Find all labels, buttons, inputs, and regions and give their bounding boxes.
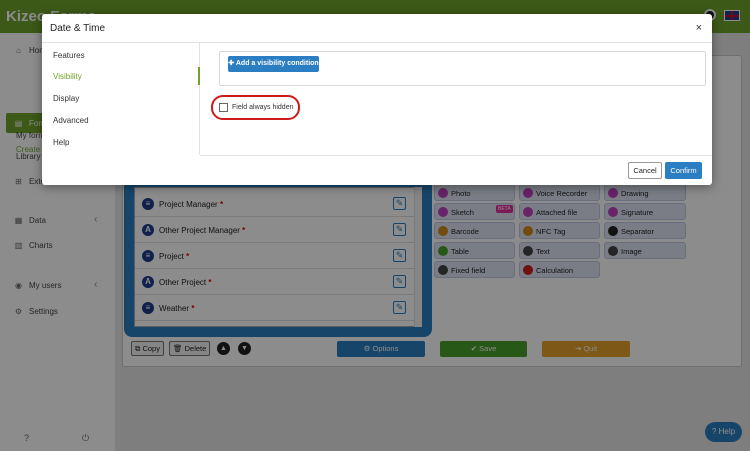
tab-display[interactable]: Display	[53, 94, 79, 103]
plus-icon: ✚	[228, 60, 235, 67]
active-tab-indicator	[198, 67, 200, 85]
modal-header-divider	[42, 42, 712, 43]
add-condition-label: Add a visibility condition	[235, 60, 319, 67]
field-settings-modal: Date & Time × Features Visibility Displa…	[42, 14, 712, 185]
close-icon[interactable]: ×	[696, 22, 702, 34]
tab-visibility[interactable]: Visibility	[53, 72, 82, 81]
field-always-hidden-checkbox[interactable]	[219, 103, 228, 112]
modal-footer-divider	[200, 155, 712, 156]
modal-title: Date & Time	[50, 23, 106, 34]
cancel-button[interactable]: Cancel	[628, 162, 662, 179]
field-always-hidden-label[interactable]: Field always hidden	[232, 104, 293, 111]
tab-features[interactable]: Features	[53, 51, 85, 60]
tab-help[interactable]: Help	[53, 138, 69, 147]
tabs-divider	[199, 43, 200, 155]
tab-advanced[interactable]: Advanced	[53, 116, 89, 125]
add-visibility-condition-button[interactable]: ✚ Add a visibility condition	[228, 56, 319, 72]
confirm-button[interactable]: Confirm	[665, 162, 702, 179]
